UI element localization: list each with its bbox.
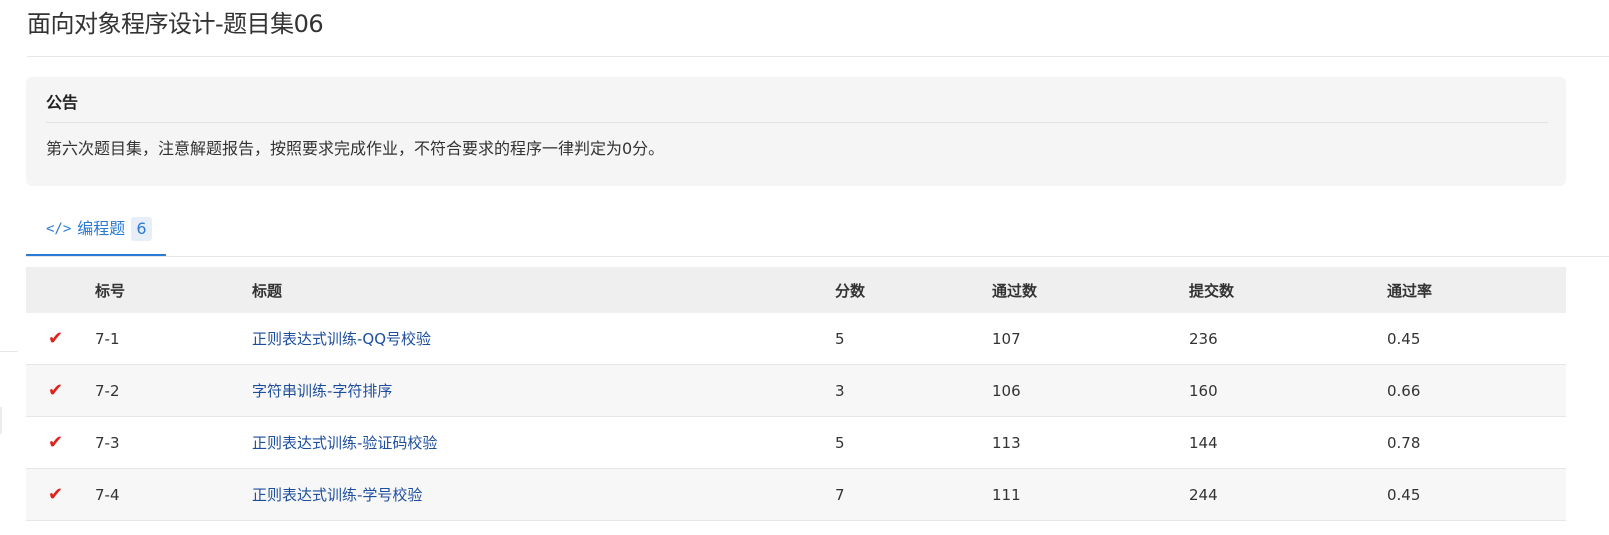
problem-title-link[interactable]: 正则表达式训练-QQ号校验 xyxy=(252,313,431,364)
table-header: 标号 标题 分数 通过数 提交数 通过率 xyxy=(26,267,1566,313)
tab-count-badge: 6 xyxy=(131,217,152,241)
header-submitted[interactable]: 提交数 xyxy=(1189,267,1234,313)
table-row[interactable]: ✔ 7-4 正则表达式训练-学号校验 7 111 244 0.45 xyxy=(26,469,1566,521)
header-id[interactable]: 标号 xyxy=(95,267,125,313)
table-row[interactable]: ✔ 7-1 正则表达式训练-QQ号校验 5 107 236 0.45 xyxy=(26,313,1566,365)
header-passed[interactable]: 通过数 xyxy=(992,267,1037,313)
notice-divider xyxy=(46,122,1548,123)
problem-id: 7-3 xyxy=(95,433,120,452)
problem-passed: 106 xyxy=(992,381,1021,400)
problem-table: 标号 标题 分数 通过数 提交数 通过率 ✔ 7-1 正则表达式训练-QQ号校验… xyxy=(26,267,1566,521)
tab-label: 编程题 xyxy=(77,219,126,238)
header-rate[interactable]: 通过率 xyxy=(1387,267,1432,313)
problem-submitted: 160 xyxy=(1189,381,1218,400)
problem-score: 7 xyxy=(835,485,845,504)
problem-id: 7-4 xyxy=(95,485,120,504)
problem-title-link[interactable]: 字符串训练-字符排序 xyxy=(252,365,392,416)
code-icon: </> xyxy=(46,221,72,237)
check-icon: ✔ xyxy=(48,484,64,505)
tab-programming[interactable]: </> 编程题 6 xyxy=(26,212,166,256)
page-title: 面向对象程序设计-题目集06 xyxy=(27,10,324,38)
problem-passed: 113 xyxy=(992,433,1021,452)
problem-submitted: 244 xyxy=(1189,485,1218,504)
check-icon: ✔ xyxy=(48,328,64,349)
problem-title-link[interactable]: 正则表达式训练-学号校验 xyxy=(252,469,422,520)
title-divider xyxy=(27,56,1609,57)
problem-score: 5 xyxy=(835,433,845,452)
side-divider xyxy=(0,351,18,352)
problem-passed: 107 xyxy=(992,329,1021,348)
problem-id: 7-2 xyxy=(95,381,120,400)
check-icon: ✔ xyxy=(48,432,64,453)
problem-rate: 0.78 xyxy=(1387,433,1421,452)
table-row[interactable]: ✔ 7-2 字符串训练-字符排序 3 106 160 0.66 xyxy=(26,365,1566,417)
problem-score: 3 xyxy=(835,381,845,400)
problem-rate: 0.45 xyxy=(1387,329,1421,348)
problem-id: 7-1 xyxy=(95,329,120,348)
check-icon: ✔ xyxy=(48,380,64,401)
problem-title-link[interactable]: 正则表达式训练-验证码校验 xyxy=(252,417,437,468)
problem-submitted: 236 xyxy=(1189,329,1218,348)
table-row[interactable]: ✔ 7-3 正则表达式训练-验证码校验 5 113 144 0.78 xyxy=(26,417,1566,469)
notice-title: 公告 xyxy=(46,93,79,112)
problem-submitted: 144 xyxy=(1189,433,1218,452)
header-title[interactable]: 标题 xyxy=(252,267,282,313)
header-score[interactable]: 分数 xyxy=(835,267,865,313)
problem-rate: 0.66 xyxy=(1387,381,1421,400)
notice-panel: 公告 第六次题目集，注意解题报告，按照要求完成作业，不符合要求的程序一律判定为0… xyxy=(26,77,1566,186)
side-edge xyxy=(0,407,2,434)
notice-body: 第六次题目集，注意解题报告，按照要求完成作业，不符合要求的程序一律判定为0分。 xyxy=(46,139,665,158)
problem-score: 5 xyxy=(835,329,845,348)
problem-rate: 0.45 xyxy=(1387,485,1421,504)
problem-passed: 111 xyxy=(992,485,1021,504)
tabs-divider xyxy=(26,256,1609,257)
